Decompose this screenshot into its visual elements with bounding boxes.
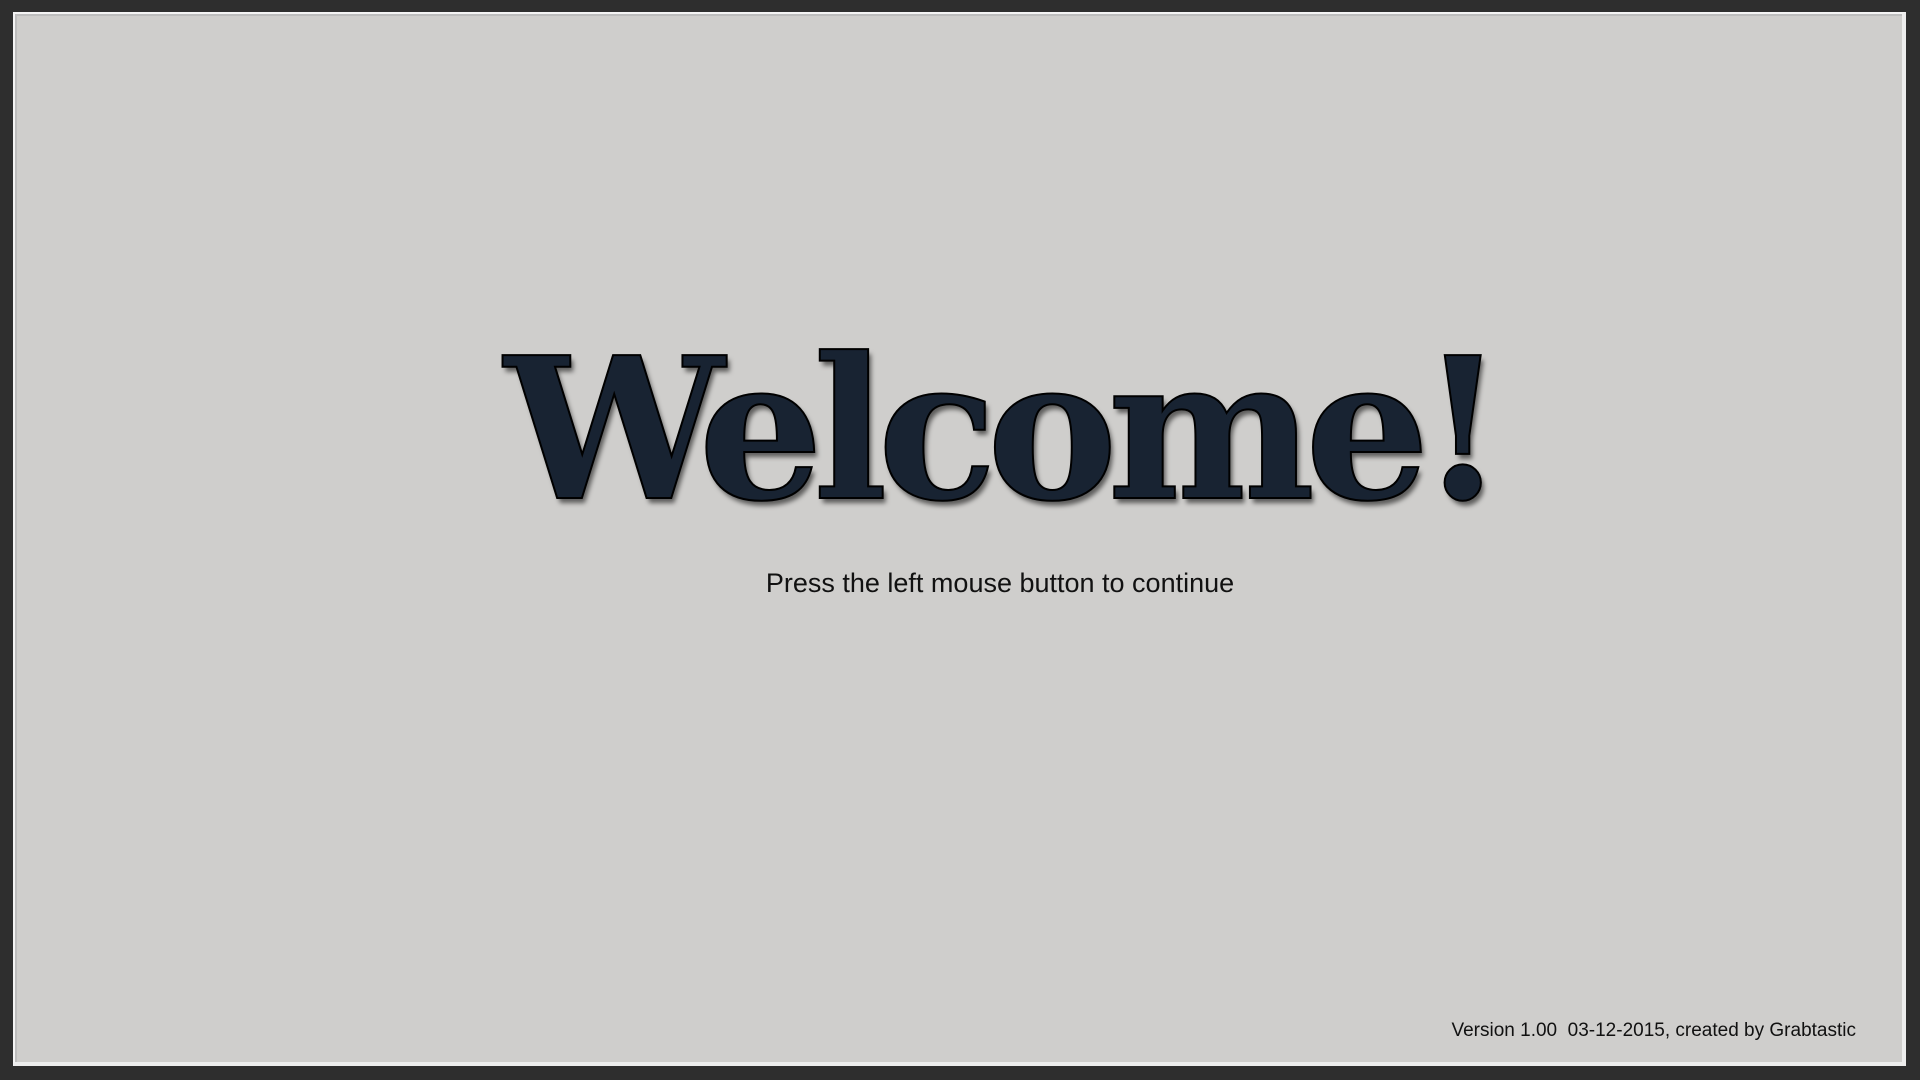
splash-screen: Welcome! Press the left mouse button to … [13, 12, 1906, 1066]
continue-instruction: Press the left mouse button to continue [765, 568, 1235, 598]
window-frame: Welcome! Press the left mouse button to … [0, 0, 1920, 1080]
version-info: Version 1.00 03-12-2015, created by Grab… [1451, 1020, 1856, 1041]
click-to-continue-area[interactable]: Welcome! Press the left mouse button to … [15, 14, 1902, 1062]
welcome-title: Welcome! [503, 315, 1507, 545]
